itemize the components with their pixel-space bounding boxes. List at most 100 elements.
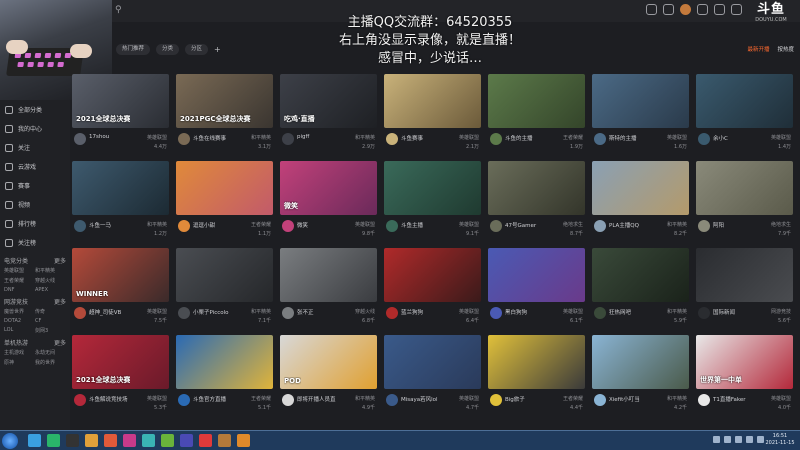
streamer-name[interactable]: 逗逗小甜 (193, 221, 241, 229)
clock[interactable]: 16:51 2021-11-15 (764, 433, 796, 447)
stream-category[interactable]: 英雄联盟 (459, 308, 479, 315)
streamer-avatar[interactable] (74, 394, 86, 406)
streamer-name[interactable]: 17shou (89, 134, 137, 140)
sort-hot[interactable]: 按热度 (777, 45, 794, 53)
streamer-avatar[interactable] (282, 133, 294, 145)
sidebar-link[interactable]: 永劫无间 (35, 349, 66, 356)
filter-chip[interactable]: 分类 (156, 44, 180, 55)
stream-thumbnail[interactable] (488, 335, 585, 389)
streamer-name[interactable]: T1直播Faker (713, 395, 761, 403)
sidebar-group-more[interactable]: 更多 (54, 297, 66, 306)
stream-thumbnail[interactable] (488, 161, 585, 215)
stream-card[interactable]: 斗鱼赛事 英雄联盟 2.1万 (384, 74, 481, 156)
stream-card[interactable]: 47号Gamer 绝地求生 8.7千 (488, 161, 585, 243)
stream-card[interactable]: 微笑 微笑 英雄联盟 9.8千 (280, 161, 377, 243)
stream-card[interactable]: 小栗子Piccolo 和平精英 7.1千 (176, 248, 273, 330)
message-icon[interactable] (697, 4, 708, 15)
streamer-name[interactable]: 斗鱼官方直播 (193, 395, 241, 403)
tray-icon[interactable] (757, 436, 764, 443)
streamer-avatar[interactable] (178, 307, 190, 319)
streamer-avatar[interactable] (386, 220, 398, 232)
stream-thumbnail[interactable]: 2021全球总决赛 (72, 335, 169, 389)
streamer-avatar[interactable] (490, 133, 502, 145)
streamer-name[interactable]: PLA主播QQ (609, 221, 657, 229)
stream-thumbnail[interactable] (176, 335, 273, 389)
app-icon[interactable] (218, 434, 231, 447)
stream-thumbnail[interactable] (384, 74, 481, 128)
streamer-avatar[interactable] (178, 394, 190, 406)
sidebar-link[interactable]: CF (35, 318, 66, 324)
stream-thumbnail[interactable] (592, 248, 689, 302)
sidebar-item[interactable]: 视频 (0, 195, 70, 214)
stream-card[interactable]: POD 即将开播人员直 和平精英 4.9千 (280, 335, 377, 417)
stream-category[interactable]: 网游竞技 (771, 308, 791, 315)
streamer-avatar[interactable] (282, 394, 294, 406)
stream-category[interactable]: 英雄联盟 (771, 134, 791, 141)
qq-icon[interactable] (66, 434, 79, 447)
menu-icon[interactable] (731, 4, 742, 15)
stream-thumbnail[interactable] (384, 248, 481, 302)
stream-card[interactable]: WINNER 超神_司徒VB 英雄联盟 7.5千 (72, 248, 169, 330)
streamer-avatar[interactable] (386, 394, 398, 406)
streamer-avatar[interactable] (698, 307, 710, 319)
stream-thumbnail[interactable] (696, 74, 793, 128)
stream-card[interactable]: 世界第一中单 T1直播Faker 英雄联盟 4.0千 (696, 335, 793, 417)
streamer-avatar[interactable] (74, 220, 86, 232)
stream-category[interactable]: 绝地求生 (563, 221, 583, 228)
sidebar-link[interactable]: 剑网3 (35, 327, 66, 334)
streamer-name[interactable]: 斗鱼赛事 (401, 134, 449, 142)
sidebar-item[interactable]: 关注榜 (0, 233, 70, 252)
history-icon[interactable] (646, 4, 657, 15)
sidebar-item[interactable]: 赛事 (0, 176, 70, 195)
streamer-avatar[interactable] (594, 307, 606, 319)
search-icon[interactable]: ⚲ (115, 5, 125, 15)
stream-category[interactable]: 英雄联盟 (147, 308, 167, 315)
streamer-avatar[interactable] (282, 220, 294, 232)
stream-card[interactable]: 斗鱼一马 和平精英 1.2万 (72, 161, 169, 243)
stream-thumbnail[interactable] (592, 161, 689, 215)
stream-category[interactable]: 和平精英 (251, 134, 271, 141)
stream-category[interactable]: 和平精英 (251, 308, 271, 315)
stream-card[interactable]: 阿阳 绝地求生 7.9千 (696, 161, 793, 243)
stream-thumbnail[interactable] (176, 161, 273, 215)
sidebar-item[interactable]: 排行榜 (0, 214, 70, 233)
stream-thumbnail[interactable]: WINNER (72, 248, 169, 302)
stream-thumbnail[interactable] (488, 248, 585, 302)
streamer-avatar[interactable] (490, 220, 502, 232)
sidebar-link[interactable]: DNF (4, 287, 35, 293)
streamer-name[interactable]: 斗鱼主播 (401, 221, 449, 229)
stream-card[interactable]: 2021PGC全球总决赛 斗鱼在线赛事 和平精英 3.1万 (176, 74, 273, 156)
streamer-name[interactable]: 即将开播人员直 (297, 395, 345, 403)
app-icon[interactable] (123, 434, 136, 447)
add-filter-icon[interactable]: + (214, 44, 221, 56)
stream-thumbnail[interactable]: 2021PGC全球总决赛 (176, 74, 273, 128)
stream-card[interactable]: 吃鸡·直播 pigff 和平精英 2.9万 (280, 74, 377, 156)
sidebar-link[interactable]: APEX (35, 287, 66, 293)
sidebar-link[interactable]: 穿越火线 (35, 277, 66, 284)
sidebar-group-header[interactable]: 网游竞技 更多 (0, 293, 70, 308)
tray-icon[interactable] (735, 436, 742, 443)
stream-card[interactable]: 逗逗小甜 王者荣耀 1.1万 (176, 161, 273, 243)
stream-thumbnail[interactable]: 微笑 (280, 161, 377, 215)
streamer-name[interactable]: 国际新闻 (713, 308, 761, 316)
stream-thumbnail[interactable] (488, 74, 585, 128)
streamer-name[interactable]: 斗鱼一马 (89, 221, 137, 229)
stream-card[interactable]: 国际新闻 网游竞技 5.6千 (696, 248, 793, 330)
sidebar-link[interactable]: 和平精英 (35, 267, 66, 274)
streamer-avatar[interactable] (178, 220, 190, 232)
streamer-name[interactable]: 狂热网吧 (609, 308, 657, 316)
filter-chip[interactable]: 热门推荐 (116, 44, 151, 55)
stream-card[interactable]: PLA主播QQ 和平精英 8.2千 (592, 161, 689, 243)
streamer-name[interactable]: 黑白狗狗 (505, 308, 553, 316)
stream-card[interactable]: 斗鱼主播 英雄联盟 9.1千 (384, 161, 481, 243)
stream-thumbnail[interactable] (384, 335, 481, 389)
sidebar-item[interactable]: 关注 (0, 138, 70, 157)
folder-icon[interactable] (85, 434, 98, 447)
sidebar-item[interactable]: 我的中心 (0, 119, 70, 138)
sidebar-group-header[interactable]: 电竞分类 更多 (0, 252, 70, 267)
stream-category[interactable]: 英雄联盟 (771, 395, 791, 402)
streamer-avatar[interactable] (386, 307, 398, 319)
stream-thumbnail[interactable] (280, 248, 377, 302)
streamer-avatar[interactable] (698, 394, 710, 406)
follow-icon[interactable] (663, 4, 674, 15)
